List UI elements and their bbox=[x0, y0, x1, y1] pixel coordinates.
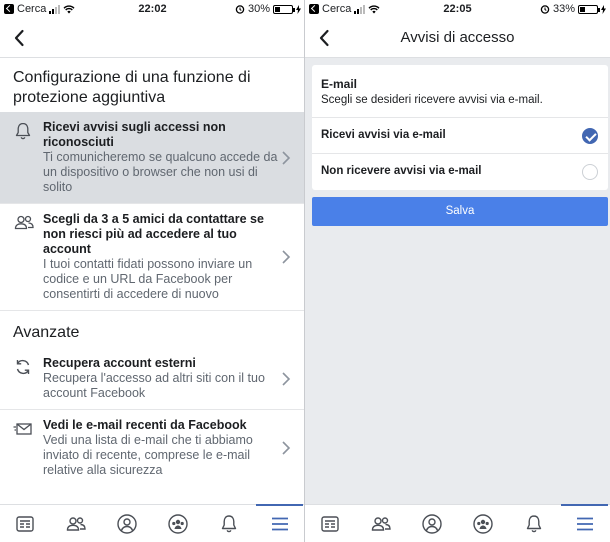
tab-profile[interactable] bbox=[407, 505, 458, 542]
login-alerts-screen: Cerca 22:05 33% Avvisi di accesso E-mail… bbox=[305, 0, 610, 542]
battery-percent: 33% bbox=[552, 3, 575, 15]
row-title: Scegli da 3 a 5 amici da contattare se n… bbox=[43, 212, 264, 256]
tab-profile[interactable] bbox=[102, 505, 153, 542]
refresh-icon bbox=[16, 359, 30, 375]
section-header-advanced: Avanzate bbox=[13, 324, 80, 341]
friends-icon bbox=[14, 215, 34, 230]
news-feed-icon bbox=[16, 515, 35, 532]
news-feed-icon bbox=[321, 515, 340, 532]
card-description: Scegli se desideri ricevere avvisi via e… bbox=[321, 94, 543, 106]
row-recent-emails[interactable]: Vedi le e-mail recenti da Facebook Vedi … bbox=[0, 410, 305, 486]
friends-icon bbox=[372, 516, 391, 531]
row-description: I tuoi contatti fidati possono inviare u… bbox=[43, 257, 253, 301]
option-no-email-alerts[interactable]: Non ricevere avvisi via e-mail bbox=[312, 154, 608, 190]
battery-icon bbox=[578, 4, 600, 14]
save-button[interactable]: Salva bbox=[312, 197, 608, 226]
card-title: E-mail bbox=[321, 77, 358, 91]
tab-news-feed[interactable] bbox=[0, 505, 51, 542]
tab-bar bbox=[0, 504, 305, 542]
settings-list: Configurazione di una funzione di protez… bbox=[0, 58, 305, 504]
tab-menu[interactable] bbox=[254, 504, 305, 542]
radio-checked-icon[interactable] bbox=[582, 128, 598, 144]
radio-unchecked-icon[interactable] bbox=[582, 164, 598, 180]
battery-icon bbox=[273, 4, 295, 14]
email-alerts-card: E-mail Scegli se desideri ricevere avvis… bbox=[312, 65, 608, 190]
tab-notifications[interactable] bbox=[203, 505, 254, 542]
tab-news-feed[interactable] bbox=[305, 505, 356, 542]
row-title: Vedi le e-mail recenti da Facebook bbox=[43, 418, 247, 432]
back-arrow-icon[interactable] bbox=[8, 26, 32, 50]
security-settings-screen: Cerca 22:02 30% Configurazione di una fu… bbox=[0, 0, 305, 542]
tab-bar bbox=[305, 504, 610, 542]
tab-groups[interactable] bbox=[152, 505, 203, 542]
bell-icon bbox=[15, 122, 31, 140]
tab-menu[interactable] bbox=[559, 504, 610, 542]
menu-icon bbox=[271, 517, 288, 530]
groups-icon bbox=[168, 513, 188, 534]
profile-icon bbox=[117, 513, 137, 534]
tab-groups[interactable] bbox=[457, 505, 508, 542]
row-description: Vedi una lista di e-mail che ti abbiamo … bbox=[43, 433, 253, 477]
tab-friends[interactable] bbox=[51, 505, 102, 542]
page-title: Avvisi di accesso bbox=[400, 29, 515, 46]
charging-icon bbox=[296, 4, 301, 14]
envelope-icon bbox=[13, 423, 32, 435]
row-description: Ti comunicheremo se qualcuno accede da u… bbox=[43, 150, 278, 194]
notifications-icon bbox=[526, 514, 541, 532]
status-right: 33% bbox=[540, 3, 606, 15]
chevron-right-icon bbox=[282, 150, 291, 165]
row-title: Recupera account esterni bbox=[43, 356, 196, 370]
row-trusted-contacts[interactable]: Scegli da 3 a 5 amici da contattare se n… bbox=[0, 204, 305, 311]
chevron-right-icon bbox=[282, 372, 291, 386]
tab-notifications[interactable] bbox=[508, 505, 559, 542]
row-title: Ricevi avvisi sugli accessi non riconosc… bbox=[43, 120, 226, 149]
groups-icon bbox=[473, 513, 493, 534]
row-description: Recupera l'accesso ad altri siti con il … bbox=[43, 371, 265, 400]
app-root: Cerca 22:02 30% Configurazione di una fu… bbox=[0, 0, 610, 542]
option-label: Ricevi avvisi via e-mail bbox=[321, 129, 446, 141]
alarm-icon bbox=[235, 5, 245, 14]
tab-friends[interactable] bbox=[356, 505, 407, 542]
alarm-icon bbox=[540, 5, 550, 14]
chevron-right-icon bbox=[282, 441, 291, 455]
profile-icon bbox=[422, 513, 442, 534]
option-receive-email-alerts[interactable]: Ricevi avvisi via e-mail bbox=[312, 118, 608, 154]
nav-bar bbox=[0, 18, 305, 58]
row-recover-external-accounts[interactable]: Recupera account esterni Recupera l'acce… bbox=[0, 349, 305, 410]
chevron-right-icon bbox=[282, 250, 291, 264]
menu-icon bbox=[576, 517, 593, 530]
status-bar: Cerca 22:02 30% bbox=[0, 0, 305, 18]
card-header: E-mail Scegli se desideri ricevere avvis… bbox=[312, 65, 608, 118]
charging-icon bbox=[601, 4, 606, 14]
notifications-icon bbox=[221, 514, 236, 532]
row-unrecognized-login-alerts[interactable]: Ricevi avvisi sugli accessi non riconosc… bbox=[0, 112, 305, 204]
section-header-extra-protection: Configurazione di una funzione di protez… bbox=[13, 69, 251, 106]
status-right: 30% bbox=[235, 3, 301, 15]
option-label: Non ricevere avvisi via e-mail bbox=[321, 165, 482, 177]
status-bar: Cerca 22:05 33% bbox=[305, 0, 610, 18]
nav-bar: Avvisi di accesso bbox=[305, 18, 610, 58]
battery-percent: 30% bbox=[247, 3, 270, 15]
friends-icon bbox=[67, 516, 86, 531]
